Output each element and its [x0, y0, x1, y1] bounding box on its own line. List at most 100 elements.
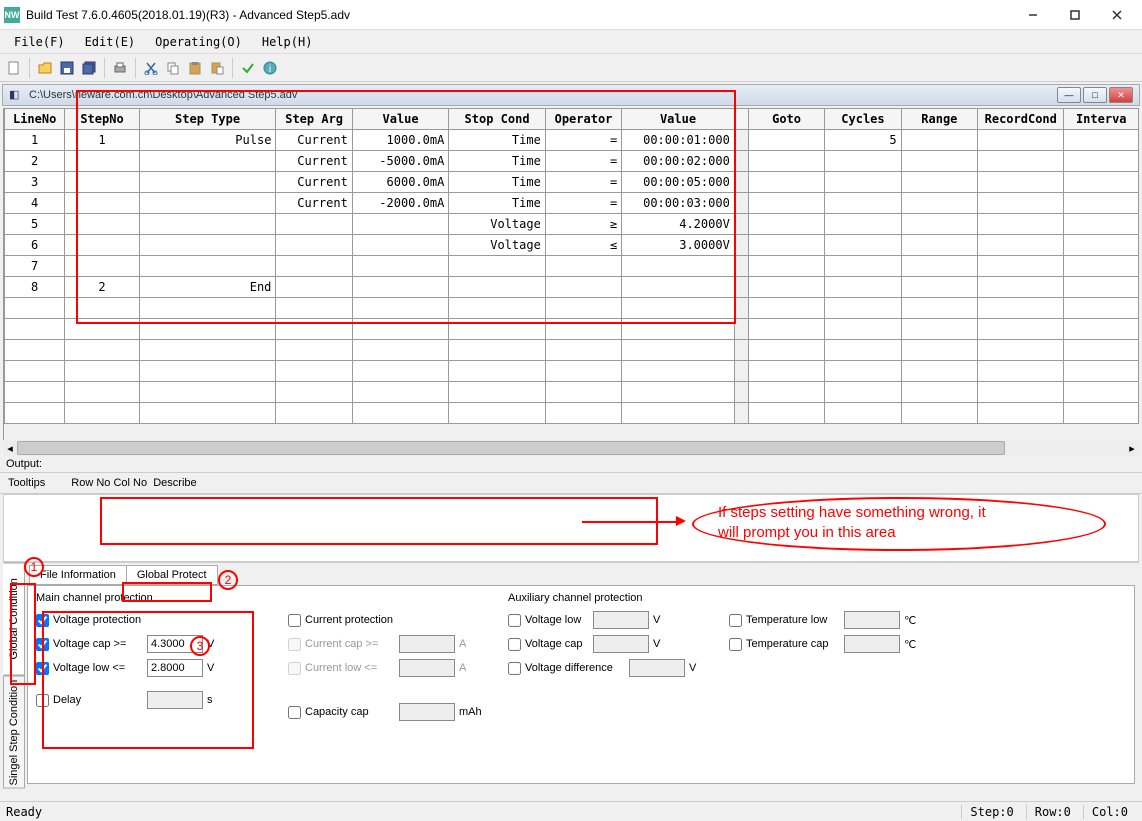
cell-lineno[interactable]: 8 [5, 277, 65, 298]
cell-lineno[interactable]: 4 [5, 193, 65, 214]
cell-interval[interactable] [1064, 382, 1139, 403]
cell-steparg[interactable] [276, 277, 352, 298]
cell-steptype[interactable] [139, 403, 276, 424]
cell-stepno[interactable] [65, 172, 139, 193]
cell-value2[interactable] [622, 298, 735, 319]
close-button[interactable] [1096, 1, 1138, 29]
cell-value[interactable]: -2000.0mA [352, 193, 449, 214]
copy-icon[interactable] [163, 58, 183, 78]
cell-steparg[interactable]: Current [276, 151, 352, 172]
cell-blank[interactable] [734, 319, 748, 340]
cell-steparg[interactable]: Current [276, 172, 352, 193]
voltage-protection-check[interactable] [36, 614, 49, 627]
aux-temp-low-check[interactable] [729, 614, 742, 627]
col-cycles[interactable]: Cycles [825, 109, 901, 130]
cell-value[interactable] [352, 214, 449, 235]
cell-blank[interactable] [734, 340, 748, 361]
horizontal-scrollbar[interactable]: ◂ ▸ [3, 440, 1139, 456]
cell-goto[interactable] [748, 361, 824, 382]
cell-range[interactable] [901, 235, 977, 256]
cell-interval[interactable] [1064, 403, 1139, 424]
cell-steptype[interactable] [139, 214, 276, 235]
col-interval[interactable]: Interva [1064, 109, 1139, 130]
cell-steptype[interactable] [139, 382, 276, 403]
cell-steparg[interactable]: Current [276, 130, 352, 151]
cell-lineno[interactable] [5, 403, 65, 424]
htab-global-protect[interactable]: Global Protect [126, 565, 218, 585]
paste-icon[interactable] [185, 58, 205, 78]
col-steparg[interactable]: Step Arg [276, 109, 352, 130]
cell-interval[interactable] [1064, 193, 1139, 214]
cell-recordcond[interactable] [978, 403, 1064, 424]
htab-file-information[interactable]: File Information [29, 565, 127, 585]
cell-goto[interactable] [748, 382, 824, 403]
table-row[interactable]: 5Voltage≥4.2000V [5, 214, 1139, 235]
table-row[interactable] [5, 340, 1139, 361]
steps-grid[interactable]: LineNo StepNo Step Type Step Arg Value S… [3, 108, 1139, 440]
cell-stepno[interactable] [65, 382, 139, 403]
cell-cycles[interactable] [825, 361, 901, 382]
cell-value2[interactable] [622, 382, 735, 403]
cell-goto[interactable] [748, 172, 824, 193]
cell-cycles[interactable] [825, 277, 901, 298]
cell-recordcond[interactable] [978, 214, 1064, 235]
cell-recordcond[interactable] [978, 130, 1064, 151]
cell-stopcond[interactable]: Time [449, 193, 546, 214]
cell-interval[interactable] [1064, 340, 1139, 361]
doc-maximize-button[interactable]: □ [1083, 87, 1107, 103]
menu-edit[interactable]: Edit(E) [75, 31, 146, 53]
cell-blank[interactable] [734, 298, 748, 319]
cell-blank[interactable] [734, 235, 748, 256]
cell-stopcond[interactable] [449, 361, 546, 382]
cell-value2[interactable] [622, 256, 735, 277]
capacity-cap-check[interactable] [288, 706, 301, 719]
cell-recordcond[interactable] [978, 235, 1064, 256]
cell-stopcond[interactable]: Time [449, 172, 546, 193]
cell-cycles[interactable] [825, 340, 901, 361]
cell-steparg[interactable] [276, 361, 352, 382]
cell-lineno[interactable]: 2 [5, 151, 65, 172]
cell-recordcond[interactable] [978, 277, 1064, 298]
cell-recordcond[interactable] [978, 319, 1064, 340]
cell-range[interactable] [901, 403, 977, 424]
delay-check[interactable] [36, 694, 49, 707]
cell-cycles[interactable] [825, 214, 901, 235]
cell-lineno[interactable] [5, 382, 65, 403]
cell-stepno[interactable] [65, 214, 139, 235]
aux-voltage-cap-field[interactable] [593, 635, 649, 653]
cell-lineno[interactable] [5, 319, 65, 340]
cell-cycles[interactable]: 5 [825, 130, 901, 151]
cell-interval[interactable] [1064, 319, 1139, 340]
cell-lineno[interactable]: 3 [5, 172, 65, 193]
paste2-icon[interactable] [207, 58, 227, 78]
cell-operator[interactable] [545, 319, 621, 340]
col-operator[interactable]: Operator [545, 109, 621, 130]
saveall-icon[interactable] [79, 58, 99, 78]
cell-steptype[interactable] [139, 361, 276, 382]
cell-lineno[interactable] [5, 298, 65, 319]
table-row[interactable]: 4Current-2000.0mATime=00:00:03:000 [5, 193, 1139, 214]
menu-help[interactable]: Help(H) [252, 31, 323, 53]
cell-cycles[interactable] [825, 256, 901, 277]
cell-goto[interactable] [748, 403, 824, 424]
cell-stopcond[interactable]: Time [449, 130, 546, 151]
cell-value[interactable] [352, 382, 449, 403]
cell-operator[interactable]: = [545, 172, 621, 193]
voltage-cap-field[interactable] [147, 635, 203, 653]
voltage-low-field[interactable] [147, 659, 203, 677]
cell-stopcond[interactable] [449, 298, 546, 319]
cell-value[interactable] [352, 235, 449, 256]
table-row[interactable] [5, 298, 1139, 319]
cell-operator[interactable] [545, 361, 621, 382]
cell-steparg[interactable] [276, 298, 352, 319]
cell-operator[interactable] [545, 340, 621, 361]
cell-blank[interactable] [734, 382, 748, 403]
cell-value2[interactable]: 00:00:05:000 [622, 172, 735, 193]
cell-value2[interactable]: 00:00:01:000 [622, 130, 735, 151]
cell-steparg[interactable] [276, 256, 352, 277]
cell-value2[interactable]: 4.2000V [622, 214, 735, 235]
cell-value[interactable] [352, 256, 449, 277]
cell-cycles[interactable] [825, 382, 901, 403]
cell-value[interactable]: 1000.0mA [352, 130, 449, 151]
cell-goto[interactable] [748, 256, 824, 277]
